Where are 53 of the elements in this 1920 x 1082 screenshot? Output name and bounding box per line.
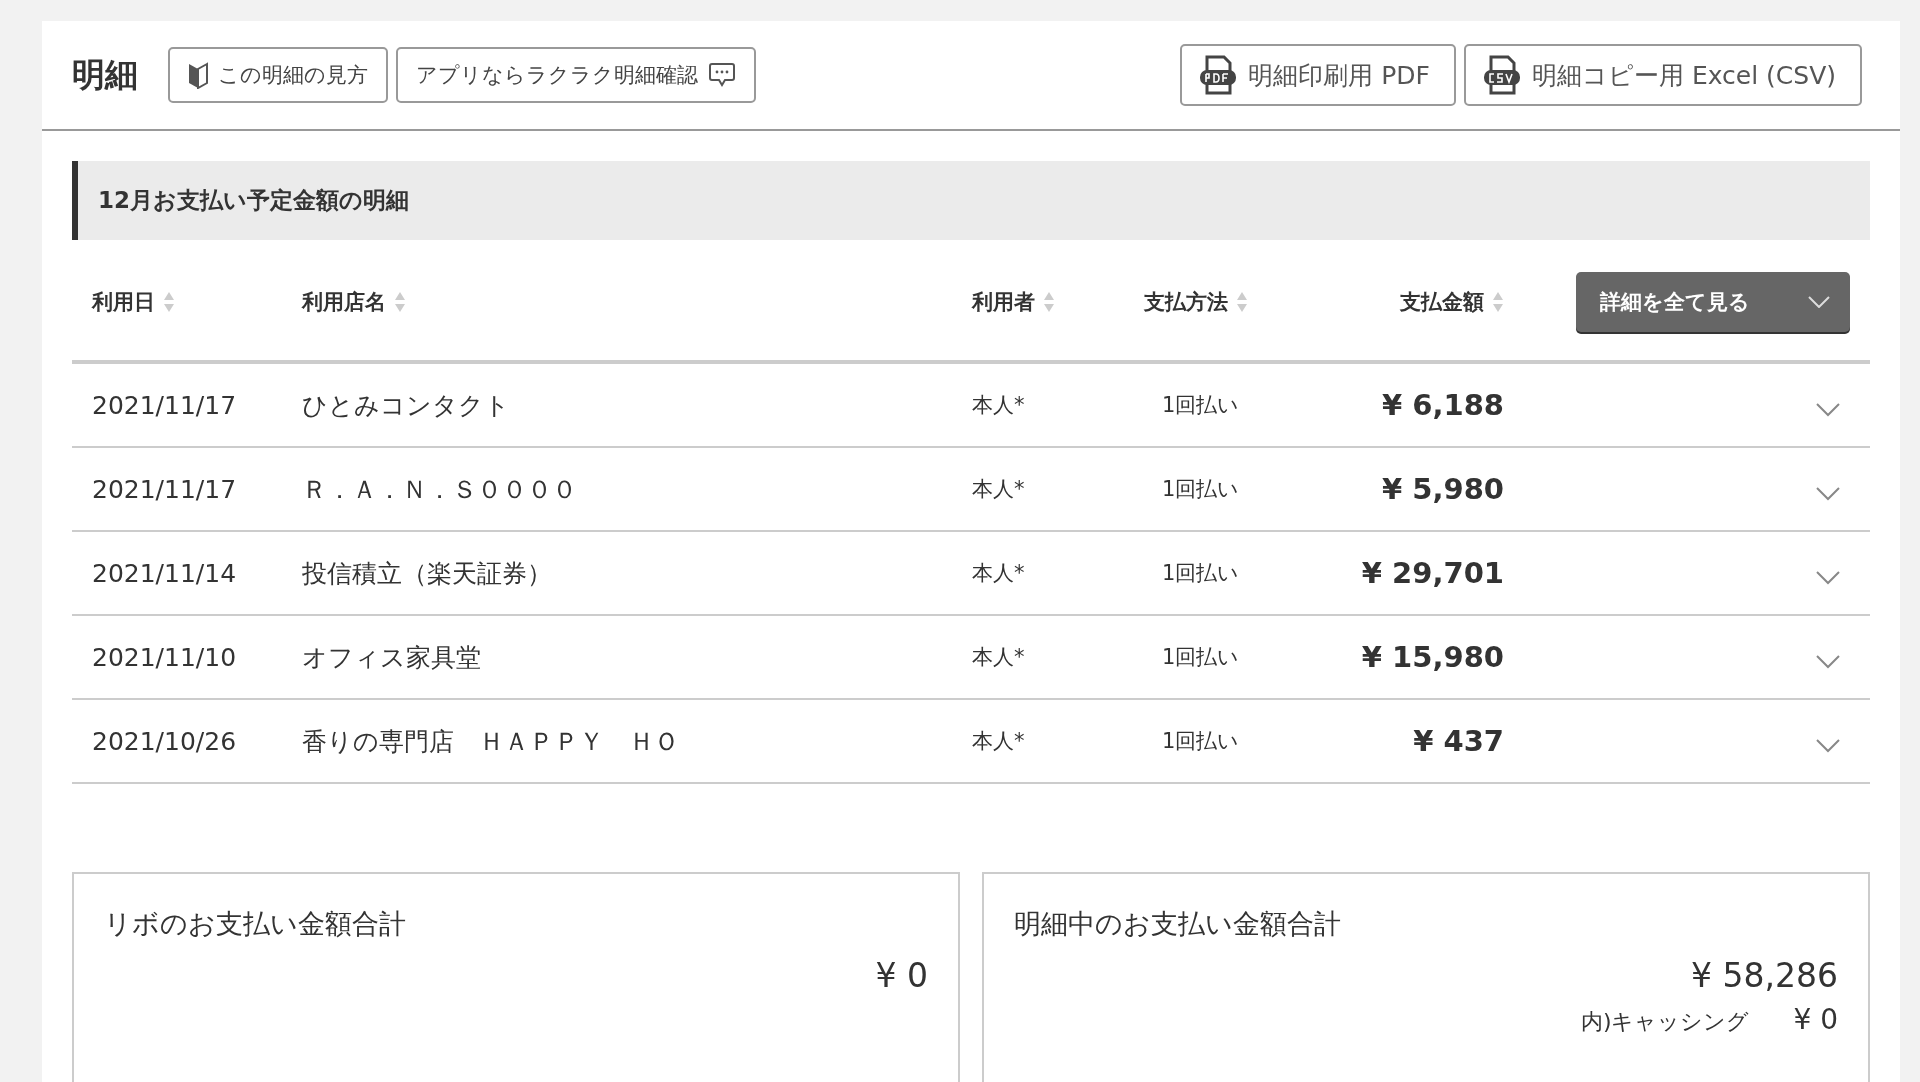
chevron-down-icon[interactable] [1816,487,1840,501]
column-header: 利用日 [92,289,155,316]
date-cell-text: 2021/11/14 [92,558,238,588]
date-cell-text: 2021/11/10 [92,642,238,672]
amount-cell-text: ¥ 5,980 [1381,472,1504,506]
total-amount: ¥ 58,286 [1691,956,1838,995]
expand-all-button[interactable]: 詳細を全て見る [1576,272,1850,332]
column-header: 支払金額 [1400,289,1484,316]
method-cell-text: 1回払い [1161,392,1241,419]
user-cell-text: 本人* [972,476,1026,503]
chevron-down-icon[interactable] [1816,403,1840,417]
cashing-label: 内)キャッシング [1580,1008,1750,1036]
csv-file-icon [1481,55,1522,95]
amount-cell-text: ¥ 15,980 [1360,640,1504,674]
amount-cell-text: ¥ 6,188 [1381,388,1504,422]
download-button[interactable]: 明細印刷用 PDF [1180,44,1456,106]
amount-cell-text: ¥ 29,701 [1360,556,1504,590]
amount-cell-text: ¥ 437 [1412,724,1504,758]
user-cell-text: 本人* [972,560,1026,587]
guide-button[interactable]: この明細の見方 [168,47,388,103]
leaf-mark-icon [188,61,208,89]
method-cell-text: 1回払い [1161,728,1241,755]
cashing-amount: ¥ 0 [1793,1003,1838,1036]
date-cell-text: 2021/10/26 [92,726,238,756]
date-cell-text: 2021/11/17 [92,390,238,420]
store-cell-text: オフィス家具堂 [302,641,482,674]
download-button[interactable]: 明細コピー用 Excel (CSV) [1463,44,1862,106]
store-cell-text: Ｒ．Ａ．Ｎ．Ｓ００００ [302,473,578,506]
user-cell-text: 本人* [972,728,1026,755]
user-cell-text: 本人* [972,644,1026,671]
chevron-down-icon[interactable] [1816,739,1840,753]
total-amount: ¥ 0 [875,956,928,995]
chevron-down-icon [1808,296,1830,308]
method-cell-text: 1回払い [1161,476,1241,503]
section-heading: 12月お支払い予定金額の明細 [72,161,1870,240]
date-cell-text: 2021/11/17 [92,474,238,504]
column-header: 利用店名 [302,289,386,316]
store-cell-text: 香りの専門店 ＨＡＰＰＹ ＨＯ [302,725,680,758]
pdf-file-icon [1198,55,1239,95]
store-cell-text: ひとみコンタクト [302,389,511,422]
guide-button[interactable]: アプリならラクラク明細確認 [396,47,756,103]
method-cell-text: 1回払い [1161,560,1241,587]
store-cell-text: 投信積立（楽天証券） [302,557,553,590]
total-label: リボのお支払い金額合計 [104,907,407,941]
method-cell-text: 1回払い [1161,644,1241,671]
column-header: 支払方法 [1144,289,1228,316]
page-title: 明細 [72,53,138,96]
user-cell-text: 本人* [972,392,1026,419]
column-header: 利用者 [972,289,1035,316]
chevron-down-icon[interactable] [1816,571,1840,585]
chevron-down-icon[interactable] [1816,655,1840,669]
speech-bubble-icon [708,62,736,88]
total-label: 明細中のお支払い金額合計 [1014,907,1342,941]
